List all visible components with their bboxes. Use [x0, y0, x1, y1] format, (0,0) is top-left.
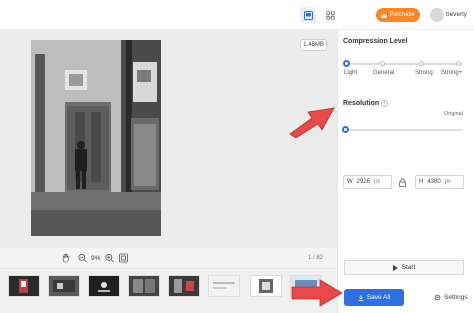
hand-icon[interactable] — [62, 252, 71, 264]
photo-illustration — [31, 40, 161, 236]
username: beverly — [446, 11, 467, 18]
thumbnail[interactable] — [88, 275, 120, 297]
avatar[interactable] — [430, 8, 444, 22]
file-size-badge: 1.48MB — [300, 39, 327, 51]
compression-stop-light[interactable] — [343, 60, 350, 67]
lock-icon[interactable] — [399, 178, 406, 187]
settings-label: Settings — [444, 294, 468, 301]
height-label: H — [419, 179, 424, 185]
thumbnail[interactable] — [48, 275, 80, 297]
level-label-strong: Strong — [415, 70, 433, 76]
single-view-icon — [303, 10, 313, 20]
play-icon — [392, 264, 398, 271]
compression-stop-general[interactable] — [380, 61, 385, 66]
width-label: W — [347, 179, 353, 185]
width-unit: px — [374, 179, 381, 185]
grid-view-icon — [325, 10, 335, 20]
width-field[interactable]: W 2926 px — [343, 175, 392, 189]
thumbnail[interactable] — [168, 275, 200, 297]
save-all-button[interactable]: Save All — [344, 289, 404, 306]
height-unit: px — [444, 179, 452, 185]
level-label-light: Light — [344, 70, 358, 76]
zoom-level: 9% — [91, 254, 101, 262]
annotation-arrow-resolution — [289, 107, 335, 138]
settings-panel: Compression Level Light General Strong S… — [337, 30, 474, 313]
annotation-arrow-save — [291, 279, 343, 307]
single-view-button[interactable] — [300, 7, 316, 23]
preview-canvas: 1.48MB — [0, 30, 337, 248]
compression-stop-strong[interactable] — [419, 61, 424, 66]
grid-view-button[interactable] — [322, 7, 338, 23]
preview-image — [31, 40, 161, 236]
zoom-out-icon[interactable] — [78, 252, 87, 264]
height-field[interactable]: H 4380 px — [415, 175, 464, 189]
thumbnail[interactable] — [208, 275, 240, 297]
resolution-slider-handle[interactable] — [342, 126, 349, 133]
zoom-in-icon[interactable] — [105, 252, 114, 264]
resolution-slider[interactable] — [346, 129, 462, 131]
top-bar: Purchase beverly — [0, 0, 474, 30]
compression-slider[interactable] — [346, 63, 462, 65]
purchase-button[interactable]: Purchase — [376, 8, 420, 22]
resolution-title: Resolution — [343, 100, 380, 107]
compression-title: Compression Level — [343, 38, 408, 45]
level-label-general: General — [373, 70, 395, 76]
start-button[interactable]: Start — [344, 260, 464, 275]
fit-icon[interactable] — [119, 252, 128, 264]
thumbnail[interactable] — [250, 275, 282, 297]
gear-icon — [434, 294, 441, 301]
compression-stop-strong-plus[interactable] — [456, 61, 461, 66]
level-label-strong-plus: Strong+ — [441, 70, 463, 76]
resolution-mode: Original — [444, 111, 463, 117]
download-icon — [358, 294, 364, 301]
settings-button[interactable]: Settings — [434, 294, 468, 301]
start-label: Start — [401, 264, 416, 271]
info-icon[interactable]: i — [381, 100, 388, 107]
height-value: 4380 — [427, 179, 441, 185]
page-indicator: 1 / 82 — [308, 255, 324, 261]
thumbnail-strip — [0, 268, 337, 313]
crown-icon — [381, 12, 388, 18]
save-all-label: Save All — [366, 294, 391, 301]
width-value: 2926 — [356, 179, 371, 185]
purchase-label: Purchase — [389, 12, 415, 18]
thumbnail[interactable] — [8, 275, 40, 297]
zoom-toolbar: 9% 1 / 82 — [0, 248, 337, 268]
thumbnail[interactable] — [128, 275, 160, 297]
